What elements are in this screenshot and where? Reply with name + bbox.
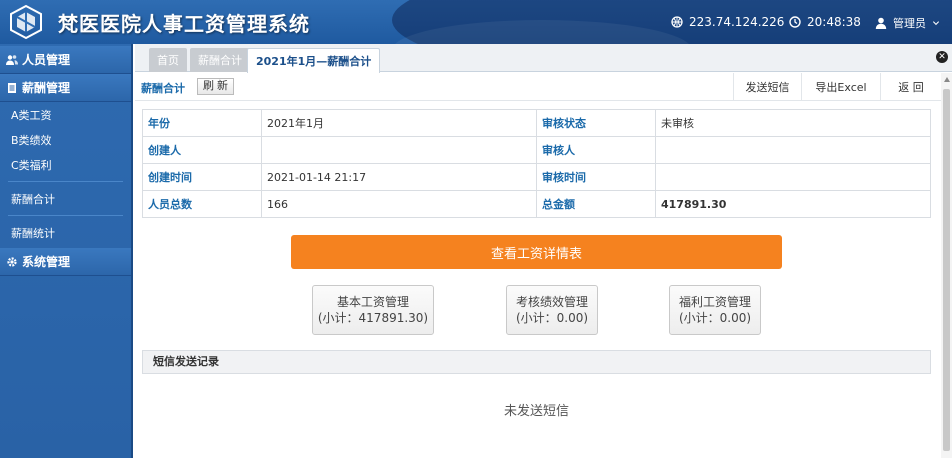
basic-salary-button[interactable]: 基本工资管理 (小计：417891.30) [312, 285, 434, 335]
audit-status-value: 未审核 [655, 109, 931, 137]
creator-value [261, 136, 537, 164]
welfare-subtotal: (小计：0.00) [678, 311, 752, 325]
back-button[interactable]: 返 回 [880, 73, 941, 101]
toolbar: 薪酬合计 刷 新 发送短信 导出Excel 返 回 [135, 73, 941, 101]
auditor-value [655, 136, 931, 164]
scroll-thumb[interactable] [943, 89, 950, 451]
performance-subtotal: (小计：0.00) [515, 311, 589, 325]
auditor-label: 审核人 [536, 136, 656, 164]
close-icon[interactable]: ✕ [936, 51, 948, 63]
send-sms-button[interactable]: 发送短信 [733, 73, 801, 101]
scrollbar[interactable] [941, 73, 952, 458]
table-row: 人员总数 166 总金额 417891.30 [142, 190, 931, 218]
tab-jan-salary-total[interactable]: 2021年1月—薪酬合计 [247, 48, 381, 73]
total-amount-label: 总金额 [536, 190, 656, 218]
refresh-button[interactable]: 刷 新 [197, 78, 235, 95]
tab-salary-total[interactable]: 薪酬合计 [190, 48, 250, 72]
year-label: 年份 [142, 109, 262, 137]
sidebar-group-label: 薪酬管理 [22, 81, 71, 95]
welfare-button[interactable]: 福利工资管理 (小计：0.00) [669, 285, 761, 335]
table-row: 创建时间 2021-01-14 21:17 审核时间 [142, 163, 931, 191]
basic-salary-title: 基本工资管理 [336, 295, 409, 309]
main-content: 首页 薪酬合计 2021年1月—薪酬合计 ✕ 薪酬合计 刷 新 发送短信 导出E… [135, 44, 952, 458]
sidebar-divider [8, 181, 123, 182]
table-row: 创建人 审核人 [142, 136, 931, 164]
sidebar-group-label: 系统管理 [22, 255, 71, 269]
sidebar: 人员管理 薪酬管理 A类工资 B类绩效 C类福利 薪酬合计 薪酬统计 系统管理 [0, 44, 133, 458]
network-icon [671, 16, 683, 28]
document-icon [8, 82, 16, 93]
ip-text: 223.74.124.226 [689, 15, 785, 29]
sms-empty-message: 未发送短信 [503, 404, 569, 419]
sidebar-group-system[interactable]: 系统管理 [0, 248, 131, 276]
logo-icon [10, 4, 42, 40]
sidebar-item-a-salary[interactable]: A类工资 [0, 102, 131, 127]
tab-bar: 首页 薪酬合计 2021年1月—薪酬合计 ✕ [135, 44, 952, 73]
app-title: 梵医医院人事工资管理系统 [58, 12, 310, 36]
welfare-title: 福利工资管理 [678, 295, 751, 309]
user-name: 管理员 [893, 17, 926, 30]
sidebar-group-label: 人员管理 [22, 53, 71, 67]
toolbar-title: 薪酬合计 [141, 82, 185, 95]
scroll-up-icon[interactable] [944, 77, 950, 82]
export-excel-button[interactable]: 导出Excel [801, 73, 880, 101]
user-icon [875, 17, 887, 29]
table-row: 年份 2021年1月 审核状态 未审核 [142, 109, 931, 137]
sidebar-group-personnel[interactable]: 人员管理 [0, 46, 131, 74]
users-icon [6, 54, 18, 65]
salary-info-table: 年份 2021年1月 审核状态 未审核 创建人 审核人 创建时间 2021-01… [142, 109, 931, 218]
view-salary-detail-button[interactable]: 查看工资详情表 [291, 235, 782, 269]
audit-time-label: 审核时间 [536, 163, 656, 191]
headcount-label: 人员总数 [142, 190, 262, 218]
clock-display: 20:48:38 [789, 15, 861, 29]
basic-salary-subtotal: (小计：417891.30) [317, 311, 429, 325]
gear-icon [7, 256, 17, 267]
sms-record-heading: 短信发送记录 [142, 350, 931, 374]
creator-label: 创建人 [142, 136, 262, 164]
ip-display: 223.74.124.226 [671, 15, 784, 29]
tab-home[interactable]: 首页 [149, 48, 187, 72]
user-menu[interactable]: 管理员 [875, 15, 940, 31]
app-header: 梵医医院人事工资管理系统 223.74.124.226 20:48:38 管理员 [0, 0, 952, 44]
sidebar-item-b-performance[interactable]: B类绩效 [0, 127, 131, 152]
clock-text: 20:48:38 [807, 15, 861, 29]
sidebar-item-salary-stats[interactable]: 薪酬统计 [0, 220, 131, 245]
headcount-value: 166 [261, 190, 537, 218]
sidebar-item-salary-total[interactable]: 薪酬合计 [0, 186, 131, 211]
performance-button[interactable]: 考核绩效管理 (小计：0.00) [506, 285, 598, 335]
chevron-down-icon [932, 21, 940, 26]
sidebar-item-c-welfare[interactable]: C类福利 [0, 152, 131, 177]
sidebar-group-salary[interactable]: 薪酬管理 [0, 74, 131, 102]
performance-title: 考核绩效管理 [515, 295, 588, 309]
clock-icon [789, 16, 801, 28]
audit-status-label: 审核状态 [536, 109, 656, 137]
created-time-value: 2021-01-14 21:17 [261, 163, 537, 191]
year-value: 2021年1月 [261, 109, 537, 137]
audit-time-value [655, 163, 931, 191]
sidebar-divider [8, 215, 123, 216]
total-amount-value: 417891.30 [655, 190, 931, 218]
created-time-label: 创建时间 [142, 163, 262, 191]
